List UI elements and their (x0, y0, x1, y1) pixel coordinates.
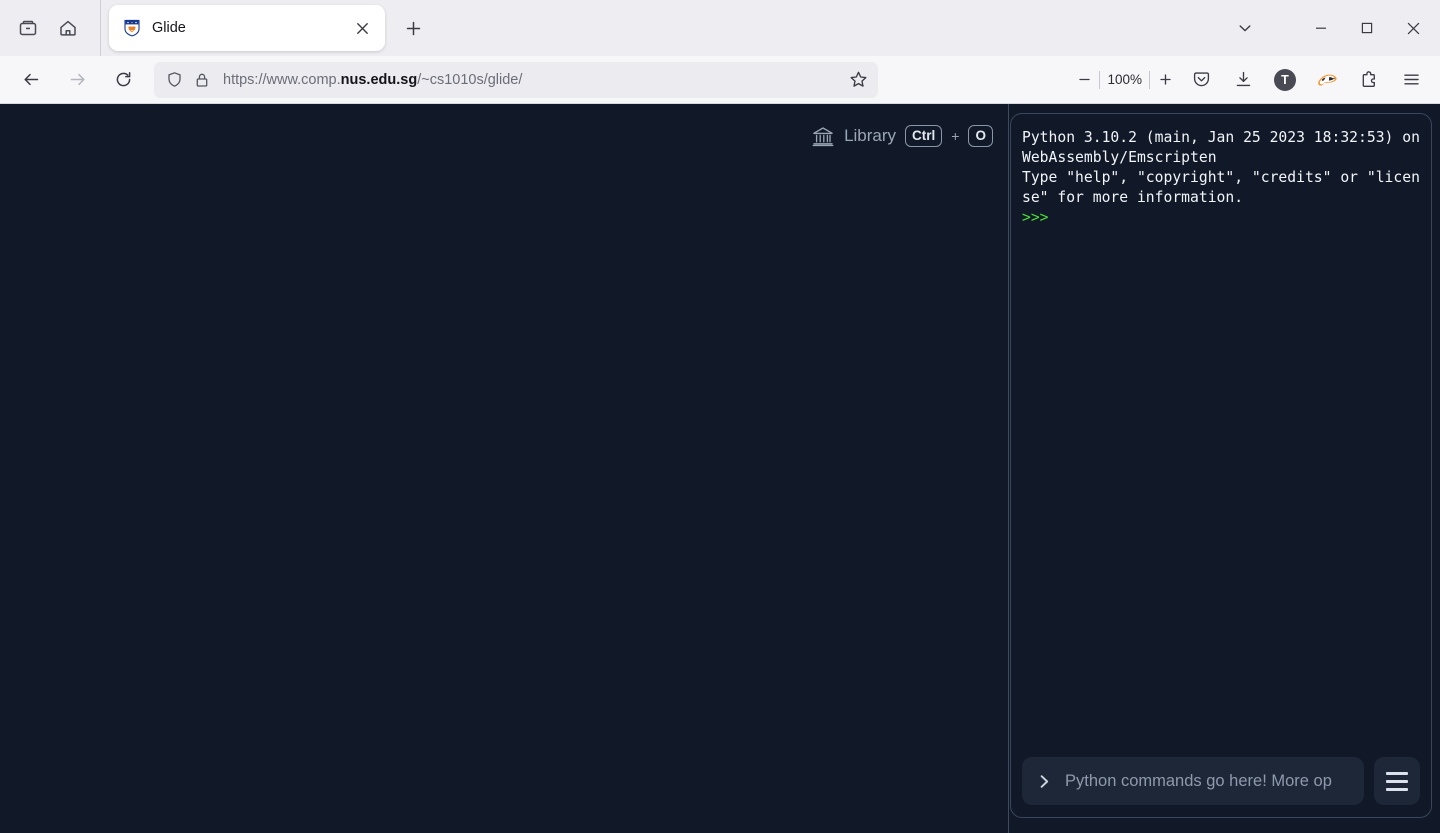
menu-bar-1 (1386, 771, 1408, 775)
zoom-controls: 100% (1069, 65, 1180, 95)
python-terminal-pane: Python 3.10.2 (main, Jan 25 2023 18:32:5… (1009, 104, 1440, 833)
forward-button[interactable] (59, 62, 95, 98)
menu-bar-2 (1386, 779, 1408, 783)
shortcut-plus: + (951, 128, 960, 144)
back-button[interactable] (13, 62, 49, 98)
zoom-level-label[interactable]: 100% (1100, 72, 1149, 87)
browser-toolbar-right: 100% T (1069, 62, 1432, 98)
terminal-prompt: >>> (1022, 209, 1049, 226)
zoom-in-button[interactable] (1150, 65, 1180, 95)
reload-button[interactable] (105, 62, 141, 98)
list-all-tabs-button[interactable] (1222, 0, 1268, 56)
terminal-output[interactable]: Python 3.10.2 (main, Jan 25 2023 18:32:5… (1022, 128, 1425, 747)
page-content: Library Ctrl + O Python 3.10.2 (main, Ja… (0, 104, 1440, 833)
terminal-box: Python 3.10.2 (main, Jan 25 2023 18:32:5… (1010, 113, 1432, 818)
privacy-badger-icon[interactable] (1309, 62, 1345, 98)
extensions-puzzle-icon[interactable] (1351, 62, 1387, 98)
tabstrip-left-buttons (0, 8, 88, 48)
library-button[interactable]: Library Ctrl + O (811, 124, 993, 148)
museum-bank-icon (812, 127, 834, 147)
menu-bar-3 (1386, 787, 1408, 791)
home-icon[interactable] (48, 8, 88, 48)
url-domain: nus.edu.sg (340, 71, 418, 88)
terminal-input-placeholder: Python commands go here! More op (1065, 771, 1332, 790)
browser-window: Glide https://www.comp.nus.edu.sg/~cs101… (0, 0, 1440, 833)
url-prefix: https://www.comp. (223, 71, 341, 88)
shortcut-key-o: O (968, 125, 993, 147)
firefox-view-icon[interactable] (8, 8, 48, 48)
navigation-toolbar: https://www.comp.nus.edu.sg/~cs1010s/gli… (0, 56, 1440, 104)
url-bar[interactable]: https://www.comp.nus.edu.sg/~cs1010s/gli… (154, 61, 878, 98)
url-suffix: /~cs1010s/glide/ (417, 71, 523, 88)
terminal-input-field[interactable]: Python commands go here! More op (1022, 757, 1364, 805)
tab-close-icon[interactable] (349, 15, 375, 41)
download-icon[interactable] (1225, 62, 1261, 98)
tab-title: Glide (152, 20, 186, 36)
tabstrip-divider (100, 0, 101, 56)
library-label: Library (844, 126, 897, 145)
shortcut-key-ctrl: Ctrl (905, 125, 943, 147)
hamburger-menu-icon[interactable] (1393, 62, 1429, 98)
terminal-banner-text: Python 3.10.2 (main, Jan 25 2023 18:32:5… (1022, 129, 1420, 206)
window-close-button[interactable] (1390, 0, 1436, 56)
browser-tab-glide[interactable]: Glide (109, 5, 385, 51)
urlbar-identity-icons (166, 71, 210, 88)
pocket-icon[interactable] (1183, 62, 1219, 98)
shield-icon[interactable] (166, 71, 183, 88)
window-maximize-button[interactable] (1344, 0, 1390, 56)
new-tab-button[interactable] (395, 10, 431, 46)
glide-canvas-pane[interactable]: Library Ctrl + O (0, 104, 1009, 833)
url-text[interactable]: https://www.comp.nus.edu.sg/~cs1010s/gli… (223, 72, 841, 88)
nus-crest-favicon (124, 19, 140, 37)
chevron-right-icon (1036, 773, 1053, 790)
terminal-menu-button[interactable] (1374, 757, 1420, 805)
window-minimize-button[interactable] (1298, 0, 1344, 56)
zoom-out-button[interactable] (1069, 65, 1099, 95)
tab-strip: Glide (0, 0, 1440, 56)
padlock-icon[interactable] (194, 72, 210, 88)
window-controls (1222, 0, 1436, 56)
terminal-input-row: Python commands go here! More op (1022, 757, 1425, 805)
account-avatar[interactable]: T (1267, 62, 1303, 98)
winctl-spacer (1268, 0, 1298, 56)
star-icon[interactable] (849, 70, 868, 89)
avatar-initial: T (1274, 68, 1296, 91)
